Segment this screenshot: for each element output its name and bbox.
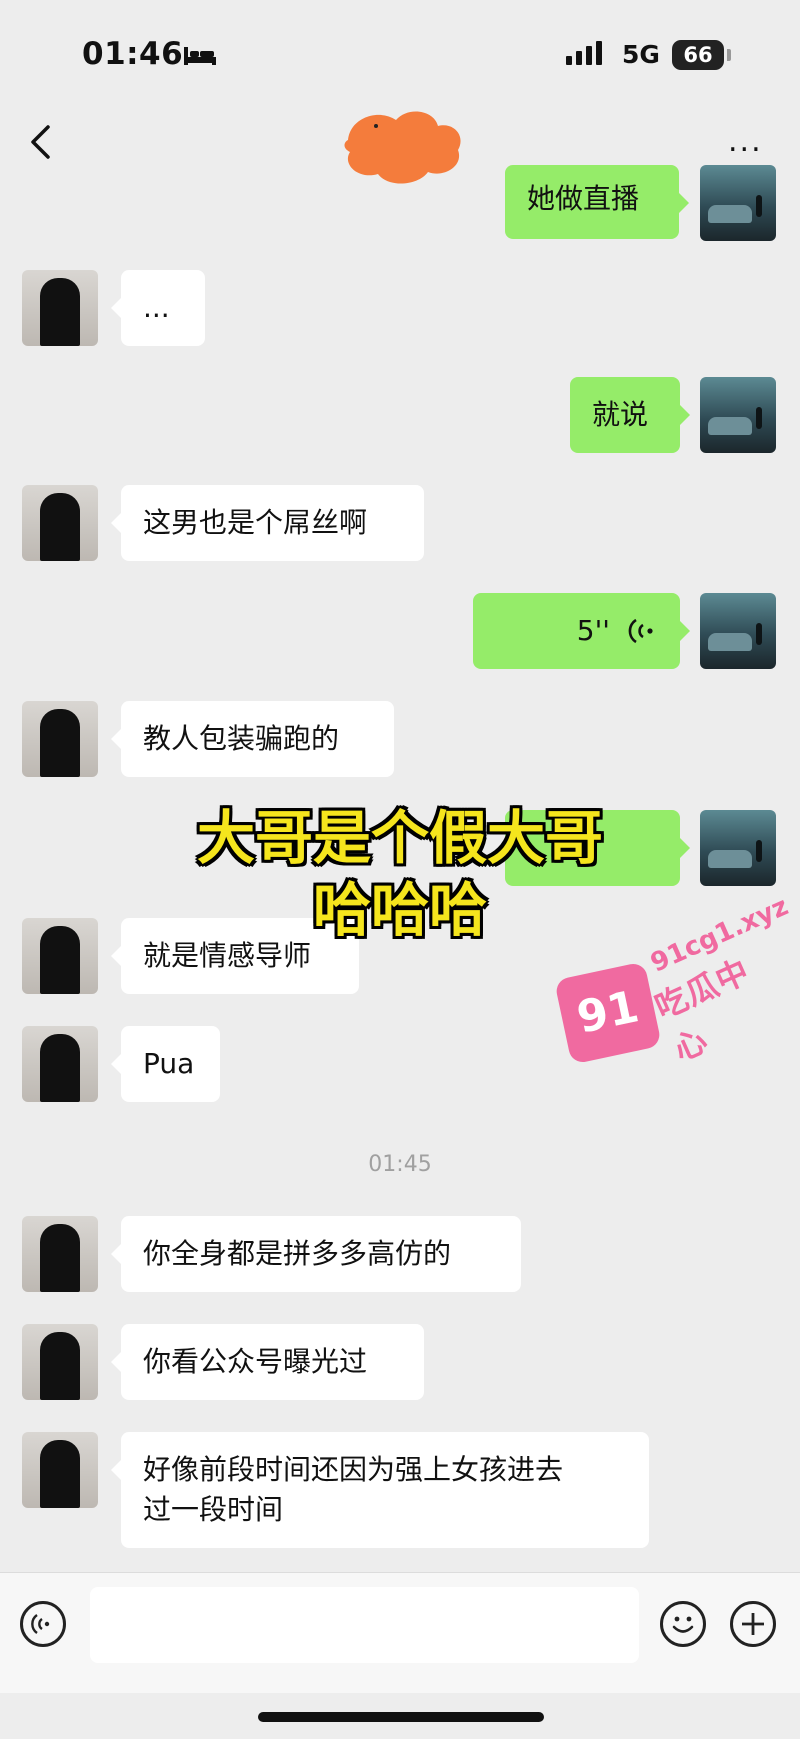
status-bar: 01:46 5G 66 (0, 0, 800, 100)
input-bar (0, 1572, 800, 1693)
contact-avatar[interactable] (22, 1324, 98, 1400)
message-bubble[interactable]: 教人包装骗跑的 (111, 701, 394, 777)
home-indicator[interactable] (258, 1712, 544, 1722)
redacted-contact-name (344, 111, 461, 184)
contact-avatar[interactable] (22, 1432, 98, 1508)
message-text-line2: 过一段时间 (143, 1493, 284, 1526)
my-avatar[interactable] (700, 593, 776, 669)
watermark-badge: 91 (554, 961, 662, 1065)
message-bubble[interactable]: 她做直播 (505, 165, 689, 239)
bed-icon (184, 47, 216, 65)
message-bubble[interactable]: 这男也是个屌丝啊 (111, 485, 424, 561)
message-bubble[interactable]: 你全身都是拼多多高仿的 (111, 1216, 521, 1292)
contact-avatar[interactable] (22, 1216, 98, 1292)
message-text: 就说 (592, 398, 649, 431)
voice-message-bubble[interactable]: 5'' (473, 593, 690, 669)
network-type: 5G (622, 40, 660, 69)
message-bubble[interactable]: 你看公众号曝光过 (111, 1324, 424, 1400)
message-bubble[interactable]: Pua (111, 1026, 220, 1102)
more-icon[interactable]: ... (728, 127, 763, 157)
my-avatar[interactable] (700, 165, 776, 241)
contact-avatar[interactable] (22, 485, 98, 561)
voice-input-icon[interactable] (20, 1601, 66, 1647)
my-avatar[interactable] (700, 377, 776, 453)
battery-icon: 66 (672, 40, 724, 70)
message-text: 好像前段时间还因为强上女孩进去 (143, 1453, 564, 1486)
message-bubble[interactable]: 好像前段时间还因为强上女孩进去 过一段时间 (111, 1432, 649, 1548)
chat-header: ... (0, 100, 800, 186)
message-text: Pua (143, 1047, 195, 1080)
contact-avatar[interactable] (22, 1026, 98, 1102)
contact-avatar[interactable] (22, 701, 98, 777)
emoji-icon[interactable] (660, 1601, 706, 1647)
back-icon[interactable] (28, 124, 54, 160)
contact-avatar[interactable] (22, 918, 98, 994)
message-bubble[interactable]: 就说 (570, 377, 690, 453)
message-text: 这男也是个屌丝啊 (143, 506, 368, 539)
battery-cap (727, 49, 731, 61)
message-text: 教人包装骗跑的 (143, 722, 340, 755)
timestamp: 01:45 (368, 1152, 432, 1177)
signal-icon (566, 41, 606, 65)
plus-icon[interactable] (730, 1601, 776, 1647)
watermark: 91 91cg1.xyz 吃瓜中心 (554, 880, 793, 1080)
status-time: 01:46 (82, 36, 184, 72)
message-bubble[interactable]: ... (111, 270, 205, 346)
message-text: 她做直播 (527, 182, 640, 215)
message-text: 你全身都是拼多多高仿的 (143, 1237, 452, 1270)
contact-avatar[interactable] (22, 270, 98, 346)
caption-line-1: 大哥是个假大哥 (196, 804, 603, 872)
message-text: ... (143, 291, 170, 324)
voice-wave-icon (628, 618, 653, 644)
message-input[interactable] (90, 1587, 639, 1663)
message-text: 你看公众号曝光过 (143, 1345, 368, 1378)
my-avatar[interactable] (700, 810, 776, 886)
voice-duration: 5'' (576, 614, 610, 647)
